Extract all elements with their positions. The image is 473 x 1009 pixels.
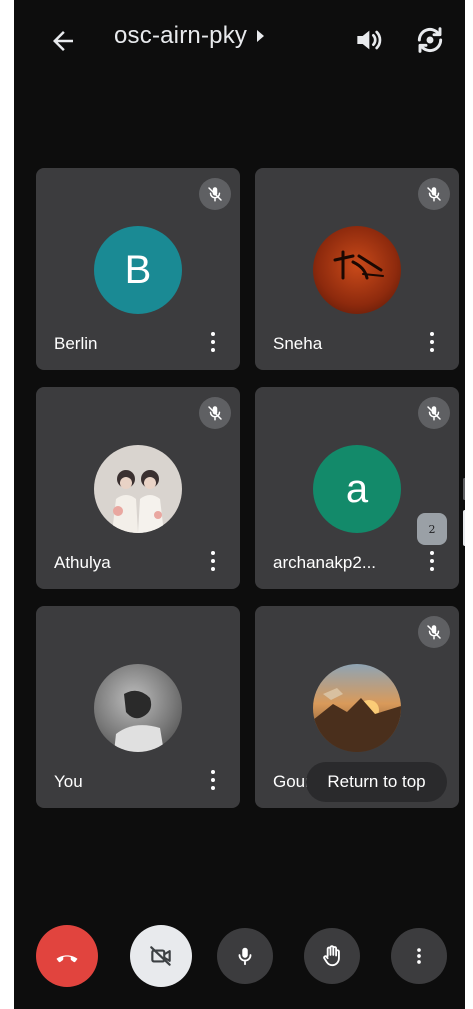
mic-off-icon xyxy=(427,187,441,202)
meeting-title-button[interactable]: osc-airn-pky xyxy=(114,22,265,50)
audio-output-button[interactable] xyxy=(352,24,384,56)
profile-photo xyxy=(333,250,384,280)
avatar-initial: B xyxy=(124,247,152,292)
participant-name: You xyxy=(54,772,83,791)
muted-indicator xyxy=(418,616,450,648)
muted-indicator xyxy=(199,397,231,429)
profile-photo xyxy=(112,470,164,533)
participant-tile[interactable]: a archanakp2... xyxy=(255,387,459,589)
participant-options-button[interactable] xyxy=(206,547,220,575)
scroll-track xyxy=(463,478,465,500)
top-app-bar: osc-airn-pky xyxy=(14,0,465,80)
participant-options-button[interactable] xyxy=(206,328,220,356)
more-vert-icon xyxy=(430,332,434,336)
profile-photo xyxy=(313,688,401,752)
flip-camera-icon xyxy=(417,27,443,53)
mic-icon xyxy=(238,947,252,966)
participant-name: Sneha xyxy=(273,334,323,353)
return-to-top-button[interactable]: Return to top xyxy=(306,762,447,802)
avatar xyxy=(94,664,182,752)
more-vert-icon xyxy=(211,332,215,336)
mic-off-icon xyxy=(427,625,441,640)
participant-options-button[interactable] xyxy=(206,766,220,794)
more-vert-icon xyxy=(417,948,421,964)
raise-hand-icon xyxy=(323,945,340,967)
muted-indicator xyxy=(418,397,450,429)
camera-off-icon xyxy=(150,946,171,966)
mic-off-icon xyxy=(208,406,222,421)
muted-indicator xyxy=(199,178,231,210)
participant-name: Berlin xyxy=(54,334,98,353)
avatar: a xyxy=(313,445,401,533)
meet-call-screen: osc-airn-pky B Berlin Sneha Athulya a ar… xyxy=(14,0,465,1009)
participant-options-button[interactable] xyxy=(425,328,439,356)
participant-tile-self[interactable]: You xyxy=(36,606,240,808)
mic-off-icon xyxy=(427,406,441,421)
participant-options-button[interactable] xyxy=(425,547,439,575)
profile-photo xyxy=(114,690,164,752)
back-arrow-icon xyxy=(53,31,73,51)
switch-camera-button[interactable] xyxy=(414,24,446,56)
end-call-icon xyxy=(56,955,78,963)
participant-name: archanakp2... xyxy=(273,553,377,572)
avatar xyxy=(313,664,401,752)
more-vert-icon xyxy=(211,551,215,555)
microphone-toggle-button[interactable] xyxy=(217,928,273,984)
meeting-code: osc-airn-pky xyxy=(114,22,248,49)
more-vert-icon xyxy=(211,770,215,774)
camera-toggle-button[interactable] xyxy=(130,925,192,987)
speaker-icon xyxy=(357,30,382,50)
end-call-button[interactable] xyxy=(36,925,98,987)
avatar xyxy=(94,445,182,533)
avatar: B xyxy=(94,226,182,314)
raise-hand-button[interactable] xyxy=(304,928,360,984)
participant-tile[interactable]: B Berlin xyxy=(36,168,240,370)
more-options-button[interactable] xyxy=(391,928,447,984)
back-button[interactable] xyxy=(48,26,78,56)
avatar-initial: a xyxy=(345,466,369,511)
mic-off-icon xyxy=(208,187,222,202)
page-indicator-badge: 2 xyxy=(417,513,447,545)
participant-tile[interactable]: Athulya xyxy=(36,387,240,589)
participant-name: Athulya xyxy=(54,553,111,572)
participant-tile[interactable]: Sneha xyxy=(255,168,459,370)
muted-indicator xyxy=(418,178,450,210)
more-vert-icon xyxy=(430,551,434,555)
scroll-thumb[interactable] xyxy=(463,510,465,546)
dropdown-caret-icon xyxy=(257,30,265,42)
avatar xyxy=(313,226,401,314)
